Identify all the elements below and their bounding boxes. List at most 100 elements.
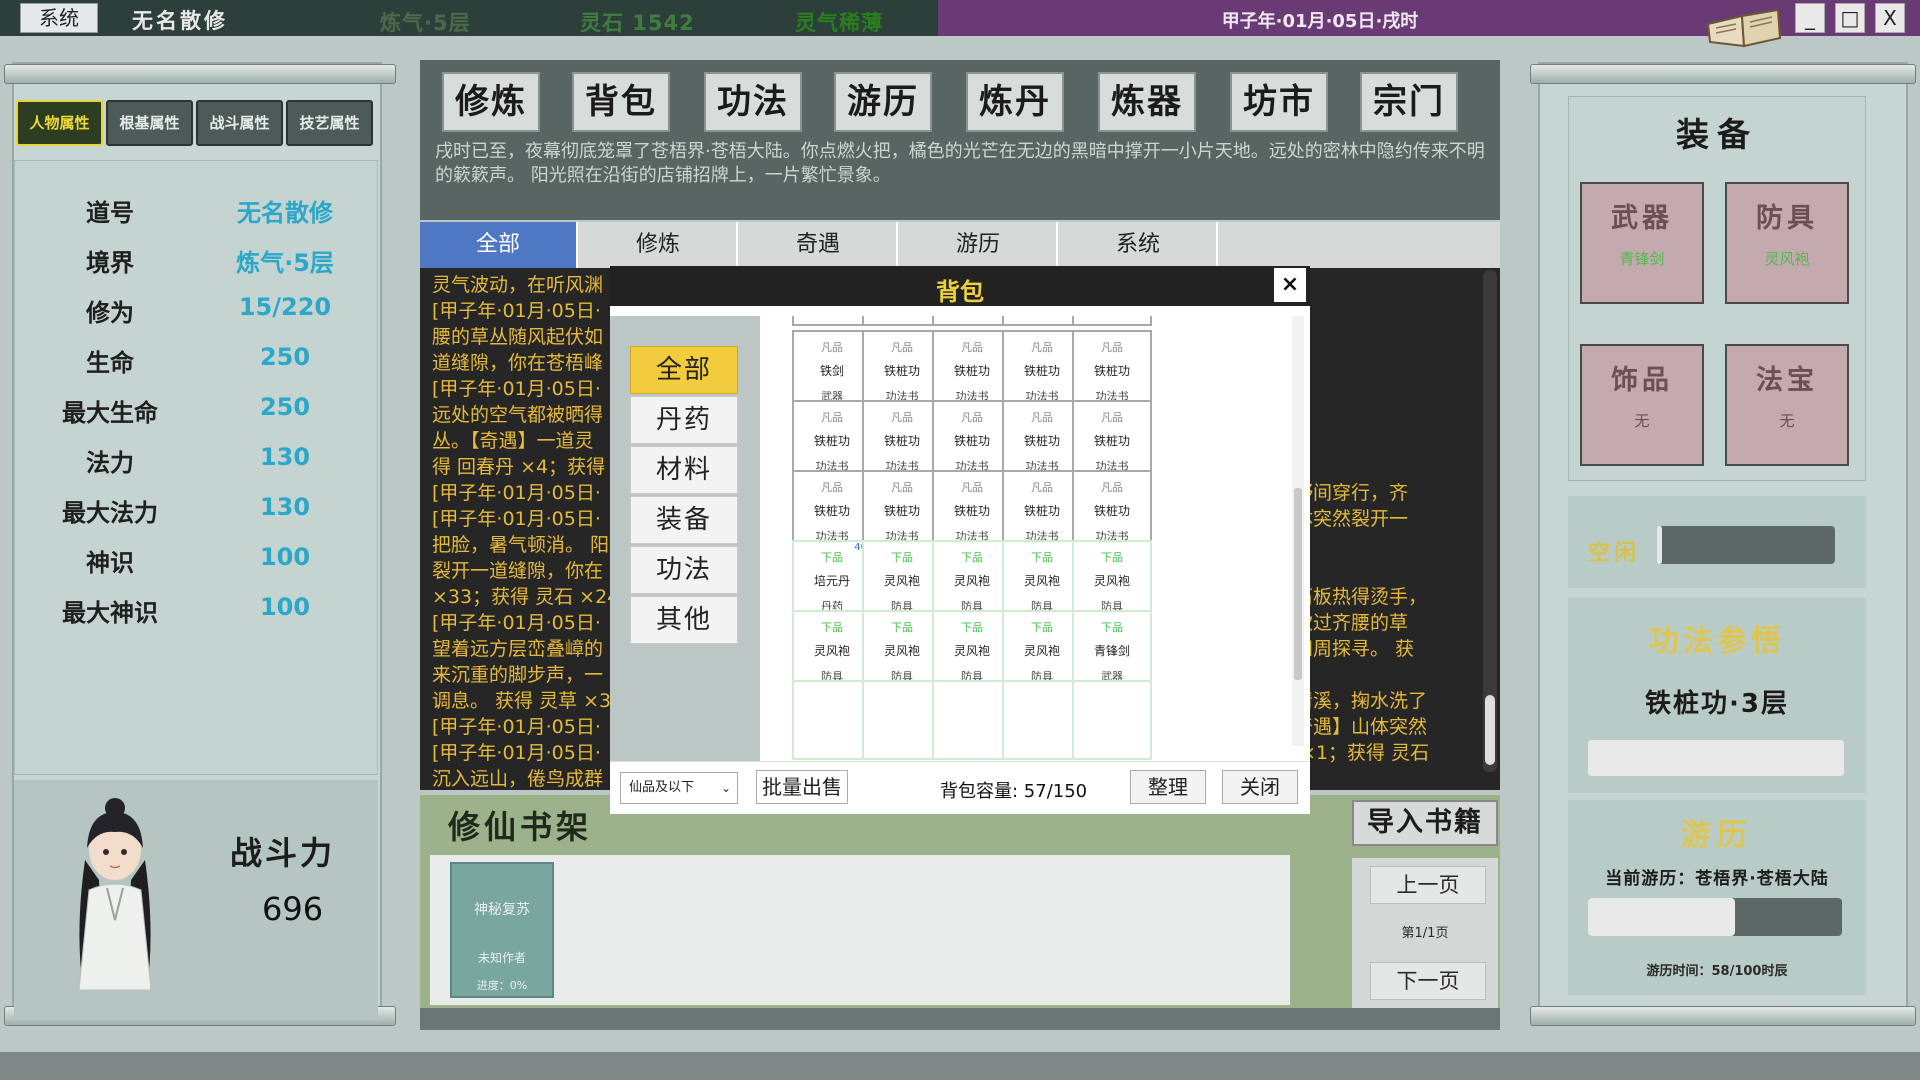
item-slot[interactable]: 凡品 铁桩功 功法书 [862, 400, 942, 480]
log-tab-encounter[interactable]: 奇遇 [740, 222, 898, 268]
tab-foundation-attributes[interactable]: 根基属性 [106, 100, 193, 146]
item-slot[interactable]: 凡品 铁桩功 功法书 [932, 330, 1012, 410]
nav-sect[interactable]: 宗门 [1360, 72, 1458, 132]
item-slot[interactable]: 下品 灵风袍 防具 [1002, 540, 1082, 620]
scene-description: 戌时已至，夜幕彻底笼罩了苍梧界·苍梧大陆。你点燃火把，橘色的光芒在无边的黑暗中撑… [435, 141, 1485, 186]
log-line: [甲子年·01月·05日· [432, 508, 601, 530]
tab-combat-attributes[interactable]: 战斗属性 [196, 100, 283, 146]
modal-close-icon[interactable]: × [1272, 266, 1308, 304]
item-slot[interactable] [932, 680, 1012, 760]
prev-page-button[interactable]: 上一页 [1370, 866, 1486, 904]
item-grade: 凡品 [961, 341, 983, 354]
slot-armor[interactable]: 防具 灵风袍 [1725, 182, 1849, 304]
nav-travel[interactable]: 游历 [834, 72, 932, 132]
item-name: 铁桩功 [813, 504, 850, 518]
nav-market[interactable]: 坊市 [1230, 72, 1328, 132]
item-slot[interactable] [792, 316, 872, 326]
log-scrollbar[interactable] [1483, 270, 1497, 772]
item-slot[interactable]: 凡品 铁桩功 功法书 [1072, 330, 1152, 410]
item-slot[interactable]: 凡品 铁桩功 功法书 [792, 400, 872, 480]
item-slot[interactable]: 下品 灵风袍 防具 [932, 610, 1012, 690]
item-slot[interactable]: 凡品 铁剑 武器 [792, 330, 872, 410]
item-slot[interactable]: 凡品 铁桩功 功法书 [1002, 330, 1082, 410]
item-slot[interactable]: 凡品 铁桩功 功法书 [1002, 400, 1082, 480]
item-name: 灵风袍 [1093, 574, 1130, 588]
item-slot[interactable]: 下品 培元丹 丹药 40 [792, 540, 872, 620]
item-grid[interactable]: 凡品 铁剑 武器 凡品 铁桩功 功法书 凡品 铁桩功 功法书 凡品 铁桩功 功法书 凡品 铁桩功 功法书 凡品… [768, 316, 1294, 761]
item-slot[interactable]: 凡品 铁桩功 功法书 [1002, 470, 1082, 550]
item-slot[interactable] [862, 316, 942, 326]
nav-cultivate[interactable]: 修炼 [442, 72, 540, 132]
grid-scroll-thumb[interactable] [1294, 488, 1302, 680]
next-page-button[interactable]: 下一页 [1370, 962, 1486, 1000]
log-tab-all[interactable]: 全部 [420, 222, 578, 268]
item-slot[interactable] [1002, 680, 1082, 760]
idle-progress-fill [1657, 526, 1663, 564]
stat-row: 最大神识 100 [15, 593, 379, 633]
system-button[interactable]: 系统 [20, 3, 98, 33]
open-book-icon[interactable] [1702, 2, 1786, 50]
category-techniques[interactable]: 功法 [630, 546, 738, 594]
nav-alchemy[interactable]: 炼丹 [966, 72, 1064, 132]
batch-sell-button[interactable]: 批量出售 [756, 770, 848, 804]
item-slot[interactable] [862, 680, 942, 760]
nav-forging[interactable]: 炼器 [1098, 72, 1196, 132]
import-books-button[interactable]: 导入书籍 [1352, 800, 1498, 846]
item-slot[interactable]: 凡品 铁桩功 功法书 [792, 470, 872, 550]
slot-artifact[interactable]: 法宝 无 [1725, 344, 1849, 466]
category-all[interactable]: 全部 [630, 346, 738, 394]
item-slot[interactable] [792, 680, 872, 760]
item-grade: 凡品 [821, 411, 843, 424]
item-slot[interactable] [1072, 316, 1152, 326]
nav-techniques[interactable]: 功法 [704, 72, 802, 132]
item-slot[interactable]: 下品 灵风袍 防具 [932, 540, 1012, 620]
log-line: [甲子年·01月·05日· [432, 378, 601, 400]
item-slot[interactable]: 凡品 铁桩功 功法书 [862, 330, 942, 410]
category-other[interactable]: 其他 [630, 596, 738, 644]
item-name: 灵风袍 [1023, 574, 1060, 588]
item-slot[interactable]: 下品 灵风袍 防具 [862, 610, 942, 690]
close-button[interactable]: 关闭 [1222, 770, 1298, 804]
item-name: 培元丹 [813, 574, 850, 588]
item-slot[interactable] [1072, 680, 1152, 760]
item-slot[interactable]: 下品 灵风袍 防具 [1002, 610, 1082, 690]
minimize-button[interactable]: _ [1795, 3, 1825, 33]
item-slot[interactable] [932, 316, 1012, 326]
item-slot[interactable]: 凡品 铁桩功 功法书 [1072, 470, 1152, 550]
window-close-button[interactable]: X [1875, 3, 1905, 33]
log-tab-cultivate[interactable]: 修炼 [580, 222, 738, 268]
stat-row: 最大生命 250 [15, 393, 379, 433]
log-scroll-thumb[interactable] [1485, 695, 1495, 765]
category-materials[interactable]: 材料 [630, 446, 738, 494]
stat-value: 100 [259, 543, 311, 571]
slot-weapon[interactable]: 武器 青锋剑 [1580, 182, 1704, 304]
stat-label: 最大神识 [62, 599, 158, 627]
log-tab-travel[interactable]: 游历 [900, 222, 1058, 268]
player-realm: 炼气·5层 [380, 11, 471, 35]
item-grade: 凡品 [1101, 341, 1123, 354]
item-slot[interactable]: 下品 灵风袍 防具 [792, 610, 872, 690]
item-slot[interactable]: 下品 青锋剑 武器 [1072, 610, 1152, 690]
sort-button[interactable]: 整理 [1130, 770, 1206, 804]
item-slot[interactable]: 凡品 铁桩功 功法书 [932, 400, 1012, 480]
tab-character-attributes[interactable]: 人物属性 [16, 100, 103, 146]
nav-backpack[interactable]: 背包 [572, 72, 670, 132]
log-tab-system[interactable]: 系统 [1060, 222, 1218, 268]
slot-accessory[interactable]: 饰品 无 [1580, 344, 1704, 466]
item-slot[interactable]: 凡品 铁桩功 功法书 [862, 470, 942, 550]
grid-scrollbar[interactable] [1292, 316, 1304, 746]
book-card[interactable]: 神秘复苏 未知作者 进度：0% [450, 862, 554, 998]
category-equipment[interactable]: 装备 [630, 496, 738, 544]
item-grade: 凡品 [1031, 341, 1053, 354]
category-pills[interactable]: 丹药 [630, 396, 738, 444]
tab-skill-attributes[interactable]: 技艺属性 [286, 100, 373, 146]
item-slot[interactable] [1002, 316, 1082, 326]
quality-filter-select[interactable]: 仙品及以下 ⌄ [620, 772, 738, 804]
item-slot[interactable]: 凡品 铁桩功 功法书 [932, 470, 1012, 550]
item-slot[interactable]: 凡品 铁桩功 功法书 [1072, 400, 1152, 480]
item-slot[interactable]: 下品 灵风袍 防具 [1072, 540, 1152, 620]
item-slot[interactable]: 下品 灵风袍 防具 [862, 540, 942, 620]
maximize-button[interactable]: □ [1835, 3, 1865, 33]
book-title: 神秘复苏 [474, 902, 530, 918]
technique-progress-bar [1588, 740, 1844, 776]
